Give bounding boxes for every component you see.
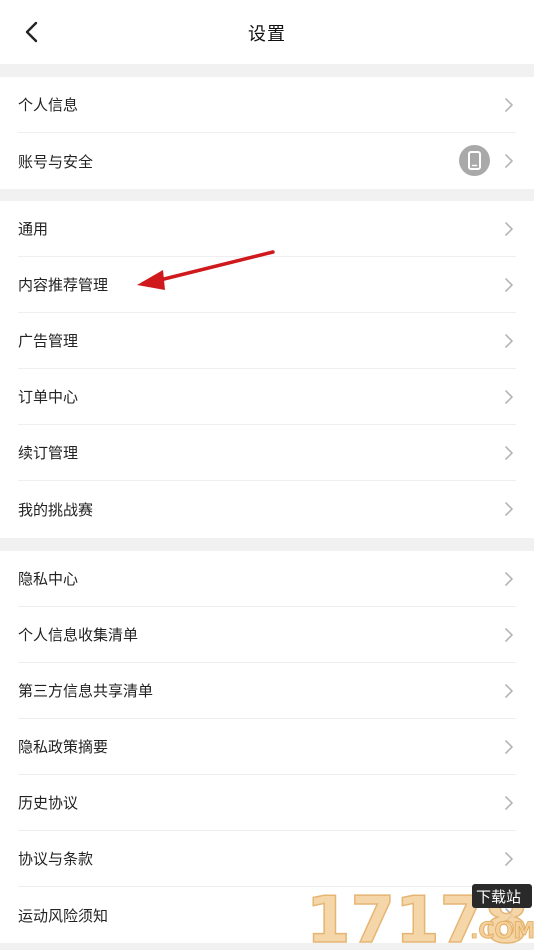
settings-item-label: 个人信息 — [18, 96, 79, 114]
settings-item-privacy-center[interactable]: 隐私中心 — [18, 551, 516, 607]
settings-item-account-security[interactable]: 账号与安全 — [18, 133, 516, 189]
chevron-right-icon — [505, 572, 513, 586]
page-title: 设置 — [248, 24, 286, 45]
settings-group-account: 个人信息 账号与安全 — [0, 77, 534, 189]
settings-item-terms[interactable]: 协议与条款 — [18, 831, 516, 887]
settings-item-my-challenges[interactable]: 我的挑战赛 — [18, 481, 516, 537]
settings-item-label: 内容推荐管理 — [18, 276, 109, 294]
settings-item-content-recommendation[interactable]: 内容推荐管理 — [18, 257, 516, 313]
chevron-right-icon — [505, 796, 513, 810]
chevron-right-icon — [505, 278, 513, 292]
chevron-right-icon — [505, 222, 513, 236]
settings-item-label: 隐私中心 — [18, 570, 79, 588]
settings-item-label: 协议与条款 — [18, 850, 94, 868]
svg-text:.COM: .COM — [470, 919, 534, 944]
settings-item-label: 通用 — [18, 220, 49, 238]
section-gap — [0, 64, 534, 77]
settings-item-order-center[interactable]: 订单中心 — [18, 369, 516, 425]
settings-item-personal-info[interactable]: 个人信息 — [18, 77, 516, 133]
chevron-right-icon — [505, 334, 513, 348]
phone-bound-icon — [459, 145, 490, 176]
section-gap — [0, 538, 534, 551]
chevron-right-icon — [505, 628, 513, 642]
settings-item-ad-management[interactable]: 广告管理 — [18, 313, 516, 369]
settings-item-label: 我的挑战赛 — [18, 500, 94, 519]
settings-item-label: 续订管理 — [18, 444, 79, 462]
settings-item-label: 广告管理 — [18, 332, 79, 350]
chevron-right-icon — [505, 154, 513, 168]
chevron-right-icon — [505, 390, 513, 404]
settings-item-history-agreements[interactable]: 历史协议 — [18, 775, 516, 831]
settings-group-general: 通用 内容推荐管理 广告管理 订单中心 续订管理 我的挑战赛 — [0, 201, 534, 537]
svg-text:下载站: 下载站 — [476, 888, 521, 906]
settings-item-label: 历史协议 — [18, 794, 79, 812]
settings-item-info-collection-list[interactable]: 个人信息收集清单 — [18, 607, 516, 663]
settings-item-renewal-management[interactable]: 续订管理 — [18, 425, 516, 481]
settings-item-label: 第三方信息共享清单 — [18, 682, 154, 700]
site-watermark-logo: 17178 下载站 .COM — [305, 883, 534, 950]
settings-item-general[interactable]: 通用 — [18, 201, 516, 257]
section-gap — [0, 188, 534, 201]
settings-item-privacy-policy-summary[interactable]: 隐私政策摘要 — [18, 719, 516, 775]
settings-item-label: 个人信息收集清单 — [18, 626, 139, 644]
settings-item-third-party-sharing-list[interactable]: 第三方信息共享清单 — [18, 663, 516, 719]
chevron-right-icon — [505, 446, 513, 460]
chevron-right-icon — [505, 98, 513, 112]
chevron-right-icon — [505, 502, 513, 516]
chevron-right-icon — [505, 852, 513, 866]
chevron-right-icon — [505, 740, 513, 754]
settings-item-label: 订单中心 — [18, 388, 79, 406]
chevron-right-icon — [505, 684, 513, 698]
settings-item-label: 隐私政策摘要 — [18, 738, 109, 756]
top-bar: 设置 — [0, 0, 534, 64]
settings-item-label: 账号与安全 — [18, 152, 94, 171]
settings-item-label: 运动风险须知 — [18, 906, 109, 925]
